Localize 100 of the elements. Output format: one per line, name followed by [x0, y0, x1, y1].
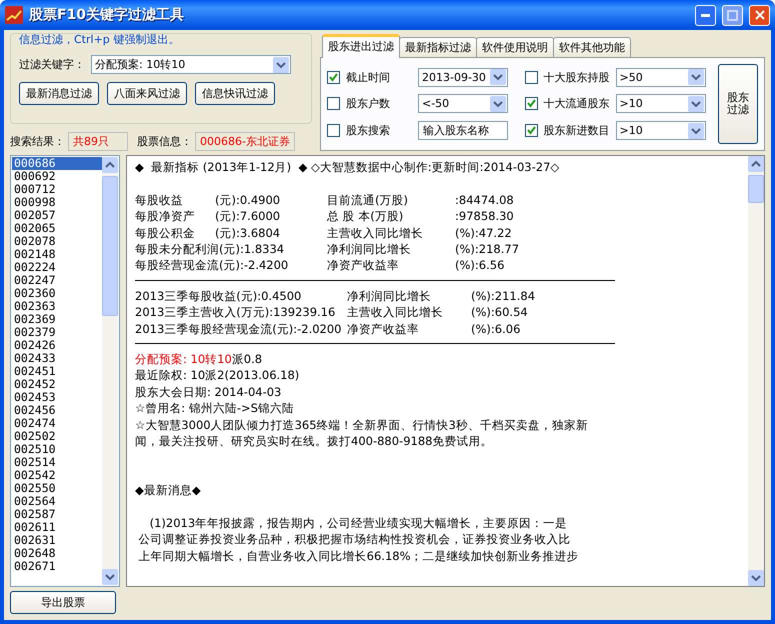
stock-item[interactable]: 002433	[12, 352, 102, 365]
stock-item[interactable]: 002502	[12, 430, 102, 443]
indicator-text: 每股未分配利润(元):1.8334	[135, 241, 286, 258]
stock-item[interactable]: 002148	[12, 248, 102, 261]
filter-dropdown[interactable]: >10	[616, 121, 706, 140]
stock-item[interactable]: 000686	[12, 157, 102, 170]
filter-label: 十大流通股东	[544, 96, 610, 112]
stock-item[interactable]: 002369	[12, 313, 102, 326]
result-label: 搜索结果：	[10, 134, 65, 149]
stock-item[interactable]: 002247	[12, 274, 102, 287]
filter-button[interactable]: 信息快讯过滤	[195, 82, 275, 105]
scroll-down-icon[interactable]	[102, 569, 118, 585]
scroll-thumb[interactable]	[102, 176, 118, 316]
tab[interactable]: 软件使用说明	[476, 37, 554, 57]
filter-button[interactable]: 最新消息过滤	[19, 82, 99, 105]
indicator-text: 总 股 本(万股)	[327, 208, 404, 225]
maximize-button[interactable]	[722, 4, 743, 26]
checkbox[interactable]	[327, 70, 340, 84]
stock-item[interactable]: 002360	[12, 287, 102, 300]
info-line: 分配预案: 10转10派0.8	[135, 351, 264, 368]
stock-item[interactable]: 002453	[12, 391, 102, 404]
result-field: 共89只	[68, 132, 128, 151]
close-icon[interactable]	[754, 10, 764, 20]
indicator-text: (%):211.84	[471, 288, 536, 304]
indicator-text: 每股公积金	[135, 224, 196, 242]
stock-item[interactable]: 002065	[12, 222, 102, 235]
stock-item[interactable]: 002456	[12, 404, 102, 417]
stock-item[interactable]: 002224	[12, 261, 102, 274]
indicator-text: :97858.30	[455, 208, 515, 225]
indicator-text: 2013三季主营收入(万元):139239.16	[135, 304, 336, 321]
indicator-text: 目前流通(万股)	[327, 192, 409, 208]
export-button[interactable]: 导出股票	[10, 591, 116, 614]
stock-item[interactable]: 002671	[12, 560, 102, 573]
filter-button[interactable]: 八面来风过滤	[107, 82, 187, 105]
stock-item[interactable]: 002379	[12, 326, 102, 339]
minimize-button[interactable]	[695, 4, 716, 26]
filter-dropdown[interactable]: >10	[616, 94, 706, 114]
stock-item[interactable]: 002542	[12, 469, 102, 482]
shareholder-input[interactable]: 输入股东名称	[418, 121, 508, 140]
info-line: (1)2013年年报披露，报告期内，公司经营业绩实现大幅增长，主要原因：一是	[148, 515, 568, 532]
indicator-text: (%):218.77	[455, 241, 520, 258]
minimize-icon[interactable]	[701, 14, 710, 16]
tab[interactable]: 股东进出过滤	[322, 34, 400, 58]
stock-item[interactable]: 002474	[12, 417, 102, 430]
stock-item[interactable]: 000998	[12, 196, 102, 209]
window-title: 股票F10关键字过滤工具	[29, 6, 184, 24]
stock-item[interactable]: 002514	[12, 456, 102, 469]
stock-item[interactable]: 002550	[12, 482, 102, 495]
filter-label: 十大股东持股	[544, 70, 610, 85]
indicator-text: (%):60.54	[471, 304, 529, 321]
hint-text: 信息过滤，Ctrl+p 键强制退出。	[19, 32, 180, 47]
filter-dropdown[interactable]: >50	[616, 68, 706, 87]
scroll-down-icon[interactable]	[748, 570, 764, 586]
info-line: ◆ 最新指标 (2013年1-12月) ◆ ◇大智慧数据中心制作:更新时间:2014-03-27◇	[135, 159, 560, 176]
stock-item[interactable]: 002510	[12, 443, 102, 456]
stock-item[interactable]: 000712	[12, 183, 102, 196]
scroll-up-icon[interactable]	[748, 156, 764, 172]
scrollbar[interactable]	[748, 156, 764, 586]
stock-item[interactable]: 002363	[12, 300, 102, 313]
indicator-text: 净资产收益率	[347, 320, 420, 338]
filter-label: 股东新进数目	[544, 123, 610, 138]
stock-item[interactable]: 000692	[12, 170, 102, 183]
info-line: 上年同期大幅增长，自营业务收入同比增长66.18%；二是继续加快创新业务推进步	[138, 548, 580, 564]
stock-item[interactable]: 002078	[12, 235, 102, 248]
checkbox[interactable]	[524, 97, 538, 110]
indicator-text: 每股经营现金流(元):-2.4200	[135, 257, 290, 274]
indicator-text: 净利润同比增长	[327, 241, 412, 258]
info-line: ☆大智慧3000人团队倾力打造365终端！全新界面、行情快3秒、千档买卖盘，独家新	[135, 416, 589, 434]
scroll-thumb[interactable]	[748, 175, 764, 203]
tab[interactable]: 软件其他功能	[553, 37, 631, 57]
info-line: 股东大会日期: 2014-04-03	[135, 384, 282, 400]
stock-item[interactable]: 002631	[12, 534, 102, 547]
stock-item[interactable]: 002426	[12, 339, 102, 352]
stock-item[interactable]: 002451	[12, 365, 102, 378]
scrollbar[interactable]	[102, 157, 118, 585]
stock-item[interactable]: 002452	[12, 378, 102, 391]
filter-dropdown[interactable]: 2013-09-30	[418, 68, 508, 87]
filter-dropdown[interactable]: <-50	[418, 94, 508, 114]
scroll-up-icon[interactable]	[102, 157, 118, 173]
keyword-dropdown[interactable]: 分配预案: 10转10	[91, 55, 291, 74]
stock-item[interactable]: 002587	[12, 508, 102, 521]
close-button[interactable]	[749, 4, 770, 26]
filter-label: 股东户数	[346, 96, 391, 112]
checkbox[interactable]	[327, 124, 340, 138]
shareholder-filter-button[interactable]: 股东过滤	[718, 64, 758, 144]
stock-item[interactable]: 002611	[12, 521, 102, 534]
info-line: 公司调整证券投资业务品种，积极把握市场结构性投资机会，证券投资业务收入比	[138, 531, 572, 548]
indicator-text: (%):47.22	[455, 224, 513, 242]
checkbox[interactable]	[327, 97, 340, 110]
stock-item[interactable]: 002648	[12, 547, 102, 560]
indicator-text: 净利润同比增长	[347, 288, 432, 304]
checkbox[interactable]	[524, 124, 538, 138]
indicator-text: 每股净资产	[135, 208, 196, 225]
tab[interactable]: 最新指标过滤	[399, 37, 477, 57]
stock-info-label: 股票信息：	[137, 134, 192, 149]
indicator-text: 2013三季每股经营现金流(元):-2.0200	[135, 320, 343, 338]
stock-item[interactable]: 002057	[12, 209, 102, 222]
stock-item[interactable]: 002564	[12, 495, 102, 508]
indicator-text: (元):7.6000	[215, 208, 282, 225]
checkbox[interactable]	[524, 70, 538, 84]
